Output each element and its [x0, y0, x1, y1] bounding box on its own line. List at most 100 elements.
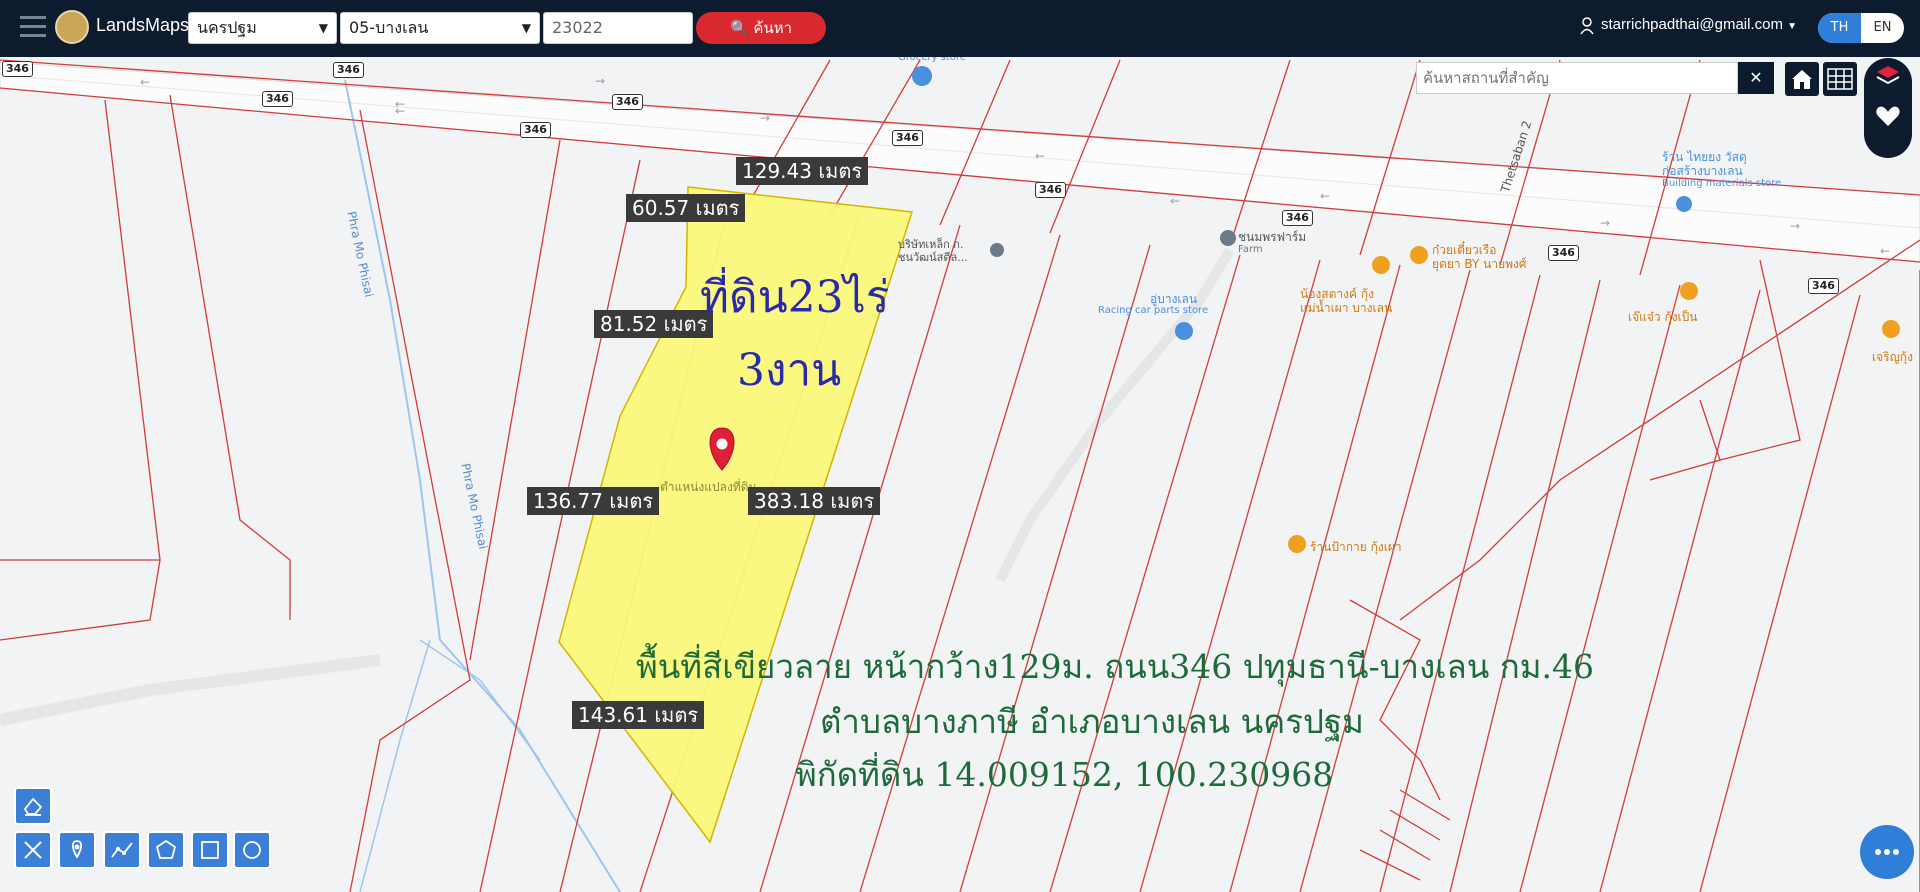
search-icon: 🔍 [729, 19, 749, 37]
svg-text:←: ← [1880, 244, 1890, 258]
poi-shrimp2-label: เจริญกุ้ง [1872, 350, 1913, 364]
marker-tool-button[interactable] [58, 831, 96, 869]
poi-steel-icon[interactable] [990, 243, 1004, 257]
polygon-tool-button[interactable] [147, 831, 185, 869]
search-button[interactable]: 🔍 ค้นหา [696, 12, 826, 44]
landsmaps-logo [55, 10, 89, 44]
eraser-tool-button[interactable] [14, 787, 52, 825]
ruler-pencil-icon [24, 841, 42, 859]
close-icon: ✕ [1749, 68, 1763, 87]
layers-icon [1876, 66, 1900, 85]
lang-en-button[interactable]: EN [1861, 13, 1904, 43]
measurement-label-north: 129.43 เมตร [736, 157, 869, 185]
svg-text:←: ← [1320, 189, 1330, 203]
home-icon [1792, 70, 1812, 89]
poi-shrimp3-label: ร้านป้ากาย กุ้งเผา [1310, 540, 1402, 554]
chat-button[interactable] [1860, 825, 1914, 879]
grid-button[interactable] [1823, 62, 1857, 96]
parcel-number-input[interactable]: 23022 [543, 12, 693, 44]
description-line3: พิกัดที่ดิน 14.009152, 100.230968 [795, 755, 1334, 794]
route-shield: 346 [262, 91, 293, 107]
poi-steel-label: บริษัทเหล็ก ก. ชนวัฒน์สตีล... [898, 238, 968, 264]
app-title[interactable]: LandsMaps [96, 15, 189, 36]
poi-farm-sublabel: Farm [1238, 244, 1263, 255]
route-shield: 346 [520, 122, 551, 138]
svg-text:→: → [1790, 219, 1800, 233]
poi-noodle-label: ก๋วยเตี๋ยวเรือ ยุดยา BY นายพงศ์ [1432, 243, 1527, 271]
poi-shrimp-icon[interactable] [1680, 282, 1698, 300]
language-toggle: TH EN [1818, 13, 1904, 43]
chevron-down-icon: ▼ [318, 21, 328, 35]
measurement-label-nw-lower: 81.52 เมตร [594, 310, 714, 338]
measurement-label-nw-upper: 60.57 เมตร [626, 194, 746, 222]
line-tool-button[interactable] [103, 831, 141, 869]
grid-icon [1827, 68, 1853, 90]
poi-shrimp-icon[interactable] [1882, 320, 1900, 338]
poi-farm-icon[interactable] [1220, 230, 1236, 246]
layers-button[interactable] [1874, 62, 1902, 90]
poi-building-icon[interactable] [1676, 196, 1692, 212]
district-value: 05-บางเลน [349, 18, 429, 37]
measurement-label-east: 383.18 เมตร [748, 487, 881, 515]
district-select[interactable]: 05-บางเลน ▼ [340, 12, 540, 44]
chevron-down-icon: ▼ [521, 21, 531, 35]
description-line2: ตำบลบางภาษี อำเภอบางเลน นครปฐม [820, 702, 1364, 741]
poi-shrimp1-label: เจ๊แจ๋ว กุ้งเป็น [1628, 310, 1698, 324]
poi-racing-sublabel: Racing car parts store [1098, 305, 1209, 316]
clear-search-button[interactable]: ✕ [1738, 62, 1774, 94]
map-marker-icon [71, 840, 83, 859]
poi-racing-icon[interactable] [1175, 322, 1193, 340]
svg-text:→: → [760, 111, 770, 125]
place-search-input[interactable] [1416, 62, 1738, 94]
poi-noodle2-label: น้องสตางค์ กุ้ง แม่น้ำเผา บางเลน [1300, 287, 1393, 315]
chevron-down-icon: ▼ [1787, 21, 1798, 32]
circle-tool-button[interactable] [233, 831, 271, 869]
route-shield: 346 [1282, 210, 1313, 226]
polyline-icon [111, 842, 133, 858]
route-shield: 346 [1808, 278, 1839, 294]
poi-noodle-icon[interactable] [1410, 246, 1428, 264]
polygon-icon [155, 839, 177, 859]
heart-icon [1876, 106, 1900, 126]
svg-text:→: → [1600, 216, 1610, 230]
place-search-box [1416, 62, 1738, 94]
rectangle-icon [201, 841, 219, 859]
route-shield: 346 [333, 62, 364, 78]
top-navigation-bar: LandsMaps นครปฐม ▼ 05-บางเลน ▼ 23022 🔍 ค… [0, 0, 1920, 57]
area-annotation-line1: ที่ดิน23ไร่ [700, 272, 890, 323]
svg-text:←: ← [1170, 194, 1180, 208]
parcel-number-value: 23022 [552, 18, 603, 37]
circle-icon [243, 841, 261, 859]
poi-building-label: ร้าน ไทยยง วัสดุ ก่อสร้างบางเลน [1662, 150, 1747, 178]
svg-text:←: ← [140, 75, 150, 89]
measurement-label-west: 136.77 เมตร [527, 487, 660, 515]
poi-building-sublabel: Building materials store [1662, 178, 1782, 189]
poi-grocery-icon[interactable] [912, 66, 932, 86]
svg-text:←: ← [1035, 149, 1045, 163]
poi-shrimp-icon[interactable] [1288, 535, 1306, 553]
hamburger-menu-icon[interactable] [20, 16, 46, 38]
description-line1: พื้นที่สีเขียวลาย หน้ากว้าง129ม. ถนน346 … [636, 647, 1594, 686]
area-annotation-line2: 3งาน [737, 345, 842, 396]
favorite-button[interactable] [1874, 102, 1902, 130]
eraser-icon [23, 797, 43, 816]
svg-text:←: ← [395, 104, 405, 118]
more-dots-icon [1875, 849, 1899, 855]
user-email-menu[interactable]: starrichpadthai@gmail.com ▼ [1601, 16, 1797, 33]
measure-tool-button[interactable] [14, 831, 52, 869]
svg-text:→: → [595, 74, 605, 88]
user-email: starrichpadthai@gmail.com [1601, 16, 1783, 33]
route-shield: 346 [1035, 182, 1066, 198]
home-button[interactable] [1785, 62, 1819, 96]
province-value: นครปฐม [197, 18, 257, 37]
route-shield: 346 [612, 94, 643, 110]
search-button-label: ค้นหา [753, 19, 793, 37]
user-icon [1580, 17, 1594, 35]
province-select[interactable]: นครปฐม ▼ [188, 12, 337, 44]
route-shield: 346 [892, 130, 923, 146]
measurement-label-sw: 143.61 เมตร [572, 701, 705, 729]
poi-shrimp-icon[interactable] [1372, 256, 1390, 274]
lang-th-button[interactable]: TH [1818, 13, 1861, 43]
rectangle-tool-button[interactable] [191, 831, 229, 869]
route-shield: 346 [2, 61, 33, 77]
